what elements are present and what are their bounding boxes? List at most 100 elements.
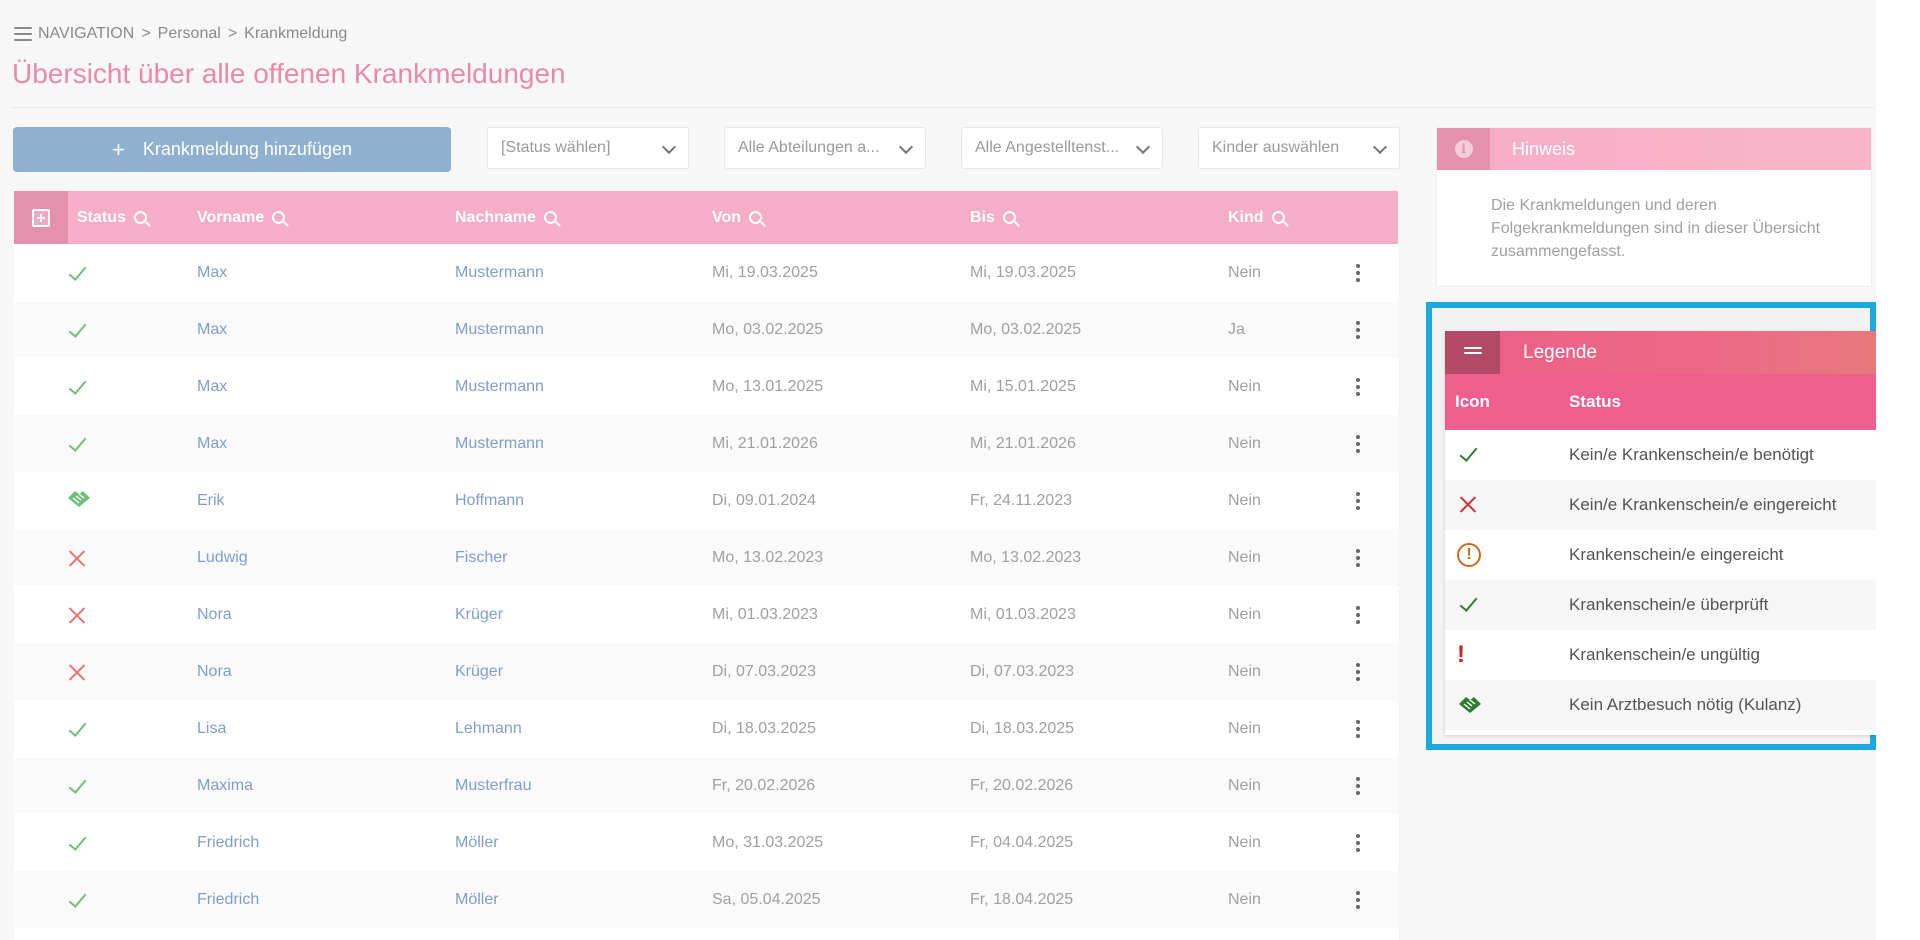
from-date-cell: Mo, 13.02.2023 xyxy=(712,548,824,566)
check-icon xyxy=(66,718,88,740)
column-label: Vorname xyxy=(197,208,265,226)
breadcrumb-personal[interactable]: Personal xyxy=(158,25,221,43)
row-actions-icon[interactable] xyxy=(1356,606,1360,624)
table-body: Max Mustermann Mi, 19.03.2025 Mi, 19.03.202… xyxy=(14,244,1398,940)
to-date-cell: Fr, 20.02.2026 xyxy=(970,776,1074,794)
check-icon xyxy=(66,433,88,455)
column-header-nachname[interactable]: Nachname xyxy=(455,191,557,244)
legend-title: Legende xyxy=(1523,341,1597,363)
first-name-cell[interactable]: Friedrich xyxy=(197,871,259,928)
first-name-cell[interactable]: Lisa xyxy=(197,700,226,757)
from-date-cell: Fr, 20.02.2026 xyxy=(712,776,816,794)
to-date-cell: Mi, 21.01.2026 xyxy=(970,434,1076,452)
row-actions-icon[interactable] xyxy=(1356,435,1360,453)
department-filter-select[interactable]: Alle Abteilungen a... xyxy=(724,127,926,169)
table-row[interactable]: Maxima Musterfrau Fr, 20.02.2026 Fr, 20.02.… xyxy=(14,757,1398,814)
table-row[interactable]: Friedrich Möller Mo, 31.03.2025 Fr, 04.04.2… xyxy=(14,814,1398,871)
row-actions-icon[interactable] xyxy=(1356,663,1360,681)
first-name-cell[interactable]: Maxima xyxy=(197,757,253,814)
table-row[interactable]: Lisa Lehmann Di, 18.03.2025 Di, 18.03.2025 N… xyxy=(14,700,1398,757)
column-header-bis[interactable]: Bis xyxy=(970,191,1016,244)
table-row[interactable]: Nora Krüger Mi, 01.03.2023 Mi, 01.03.2023 Ne… xyxy=(14,586,1398,643)
column-header-kind[interactable]: Kind xyxy=(1228,191,1285,244)
last-name-cell[interactable]: Lehmann xyxy=(455,700,522,757)
table-row[interactable]: Nora Krüger Di, 07.03.2023 Di, 07.03.2023 Ne… xyxy=(14,643,1398,700)
status-cell xyxy=(66,244,88,301)
column-header-status[interactable]: Status xyxy=(77,191,147,244)
last-name-cell[interactable]: Krüger xyxy=(455,586,503,643)
column-label: Von xyxy=(712,208,742,226)
legend-row: Krankenschein/e überprüft xyxy=(1445,580,1900,630)
row-actions-icon[interactable] xyxy=(1356,720,1360,738)
search-icon[interactable] xyxy=(749,211,763,224)
table-row[interactable]: Erik Hoffmann Di, 09.01.2024 Fr, 24.11.2023… xyxy=(14,472,1398,529)
child-cell: Nein xyxy=(1228,548,1261,566)
table-row[interactable]: Max Mustermann Mo, 13.01.2025 Mi, 15.01.202… xyxy=(14,358,1398,415)
legend-label: Kein/e Krankenschein/e eingereicht xyxy=(1569,495,1837,514)
row-actions-icon[interactable] xyxy=(1356,378,1360,396)
last-name-cell[interactable]: Hoffmann xyxy=(455,472,524,529)
children-filter-select[interactable]: Kinder auswählen xyxy=(1198,127,1400,169)
from-date-cell: Di, 09.01.2024 xyxy=(712,491,817,509)
check-icon xyxy=(66,262,88,284)
last-name-cell[interactable]: Krüger xyxy=(455,643,503,700)
add-krankmeldung-button[interactable]: + Krankmeldung hinzufügen xyxy=(13,127,451,172)
last-name-cell[interactable]: Mustermann xyxy=(455,415,544,472)
handshake-icon xyxy=(1457,697,1483,719)
row-actions-icon[interactable] xyxy=(1356,777,1360,795)
search-icon[interactable] xyxy=(1271,211,1285,224)
last-name-cell[interactable]: Musterfrau xyxy=(455,757,531,814)
first-name-cell[interactable]: Max xyxy=(197,244,227,301)
last-name-cell[interactable]: Mustermann xyxy=(455,301,544,358)
first-name-cell[interactable]: Max xyxy=(197,415,227,472)
first-name-cell[interactable]: Friedrich xyxy=(197,814,259,871)
row-actions-icon[interactable] xyxy=(1356,264,1360,282)
column-label: Kind xyxy=(1228,208,1264,226)
last-name-cell[interactable]: Fischer xyxy=(455,529,507,586)
table-row[interactable]: Max Mustermann Mo, 03.02.2025 Mo, 03.02.202… xyxy=(14,301,1398,358)
first-name-cell[interactable]: Erik xyxy=(197,472,225,529)
status-cell xyxy=(66,358,88,415)
breadcrumb-nav[interactable]: NAVIGATION xyxy=(38,25,134,43)
from-date-cell: Mo, 31.03.2025 xyxy=(712,833,824,851)
employee-status-filter-select[interactable]: Alle Angestelltenst... xyxy=(961,127,1163,169)
search-icon[interactable] xyxy=(1002,211,1016,224)
table-row[interactable]: Max Mustermann Mi, 21.01.2026 Mi, 21.01.202… xyxy=(14,415,1398,472)
row-actions-icon[interactable] xyxy=(1356,492,1360,510)
last-name-cell[interactable]: Mustermann xyxy=(455,244,544,301)
menu-icon[interactable] xyxy=(14,27,32,41)
last-name-cell[interactable]: Mustermann xyxy=(455,358,544,415)
row-actions-icon[interactable] xyxy=(1356,834,1360,852)
breadcrumb: NAVIGATION > Personal > Krankmeldung xyxy=(14,24,347,44)
first-name-cell[interactable]: Ludwig xyxy=(197,529,248,586)
last-name-cell[interactable]: Möller xyxy=(455,814,499,871)
expand-all-toggle[interactable] xyxy=(14,191,68,244)
warning-circle-icon: ! xyxy=(1457,543,1481,567)
table-row[interactable]: Friedrich Möller Sa, 05.04.2025 Fr, 18.04.2… xyxy=(14,871,1398,928)
first-name-cell[interactable]: Nora xyxy=(197,643,232,700)
row-actions-icon[interactable] xyxy=(1356,321,1360,339)
first-name-cell[interactable]: Max xyxy=(197,301,227,358)
column-header-vorname[interactable]: Vorname xyxy=(197,191,286,244)
last-name-cell[interactable]: Möller xyxy=(455,871,499,928)
table-row[interactable]: Max Mustermann Mi, 19.03.2025 Mi, 19.03.202… xyxy=(14,244,1398,301)
status-cell xyxy=(66,643,88,700)
from-date-cell: Di, 07.03.2023 xyxy=(712,662,817,680)
search-icon[interactable] xyxy=(543,211,557,224)
first-name-cell[interactable]: Nora xyxy=(197,586,232,643)
column-header-von[interactable]: Von xyxy=(712,191,763,244)
row-actions-icon[interactable] xyxy=(1356,549,1360,567)
page: NAVIGATION > Personal > Krankmeldung Übe… xyxy=(0,0,1900,940)
legend-label: Krankenschein/e ungültig xyxy=(1569,645,1760,664)
to-date-cell: Mo, 03.02.2025 xyxy=(970,320,1082,338)
child-cell: Nein xyxy=(1228,833,1261,851)
from-date-cell: Mo, 13.01.2025 xyxy=(712,377,824,395)
department-filter-value: Alle Abteilungen a... xyxy=(738,139,880,156)
status-filter-select[interactable]: [Status wählen] xyxy=(487,127,689,169)
row-actions-icon[interactable] xyxy=(1356,891,1360,909)
table-row[interactable]: Ludwig Fischer Mo, 13.02.2023 Mo, 13.02.202… xyxy=(14,529,1398,586)
search-icon[interactable] xyxy=(272,211,286,224)
column-label: Status xyxy=(77,208,126,226)
first-name-cell[interactable]: Max xyxy=(197,358,227,415)
search-icon[interactable] xyxy=(133,211,147,224)
